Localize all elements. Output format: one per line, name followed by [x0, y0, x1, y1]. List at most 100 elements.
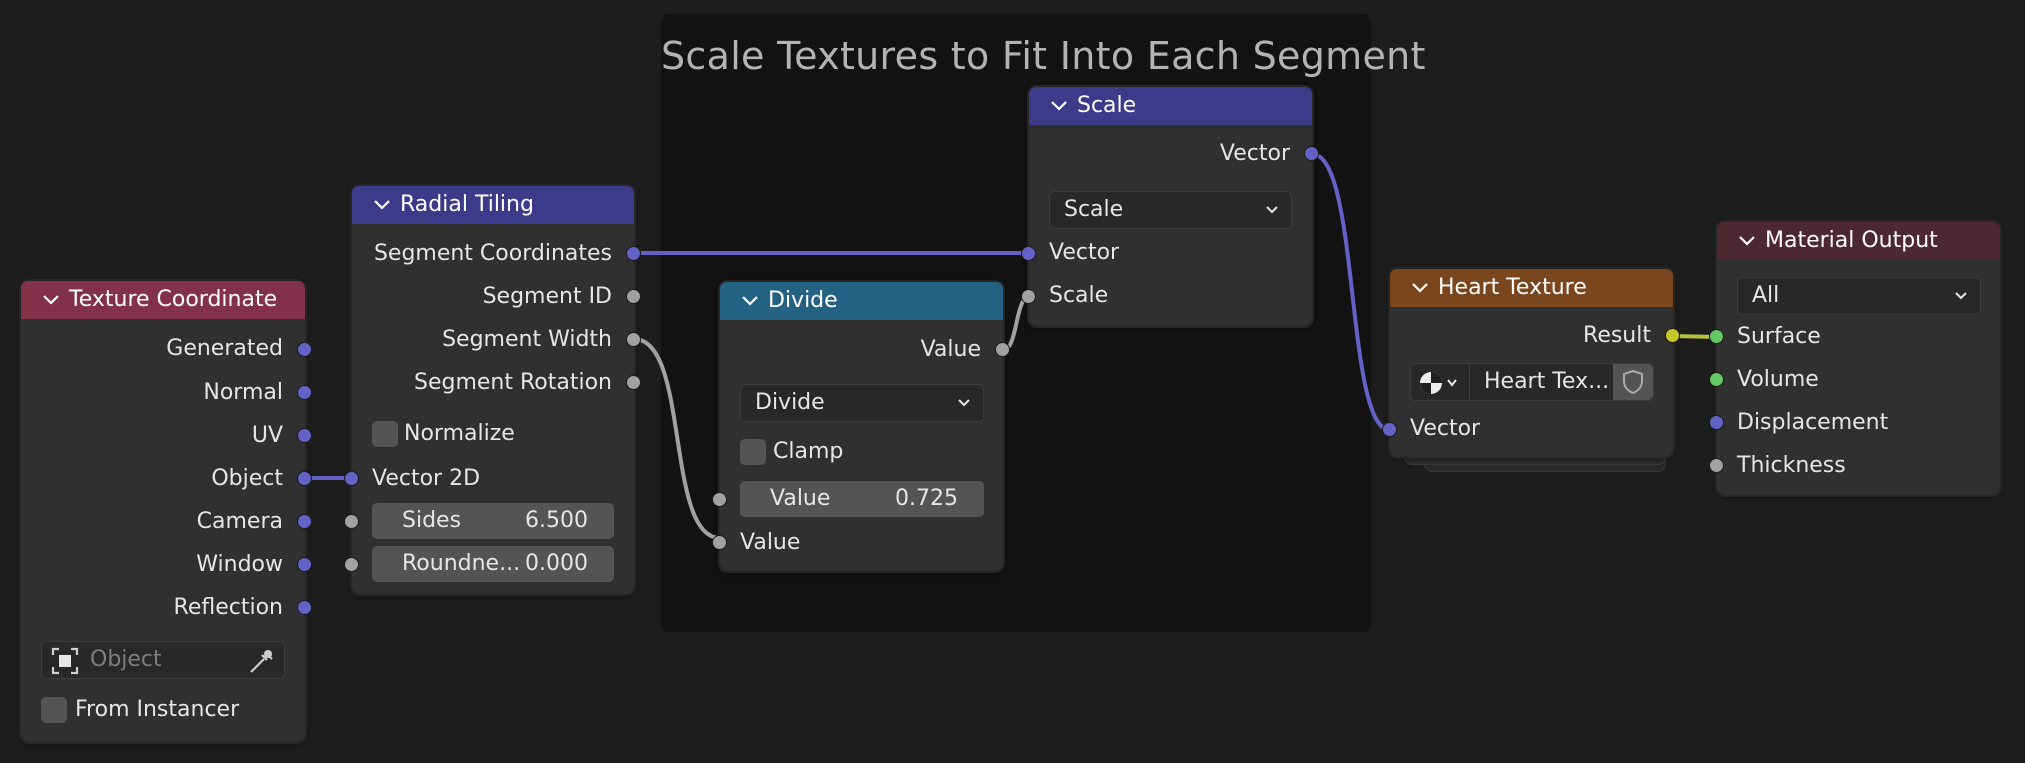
datablock-name: Heart Tex...	[1484, 369, 1610, 394]
operation-value: Divide	[755, 390, 825, 415]
node-title: Scale	[1077, 93, 1137, 118]
node-title: Divide	[768, 288, 838, 313]
socket-thickness[interactable]	[1709, 458, 1724, 473]
divide-node[interactable]: Divide Value Divide Clamp Value 0.725 Va…	[712, 280, 1010, 573]
chevron-down-icon[interactable]	[1737, 232, 1757, 250]
scale-mode-dropdown[interactable]: Scale	[1049, 191, 1292, 229]
socket-surface[interactable]	[1709, 329, 1724, 344]
chevron-down-icon[interactable]	[372, 196, 392, 214]
chevron-down-icon	[1266, 206, 1278, 214]
input-vector: Vector	[1049, 240, 1120, 265]
from-instancer-checkbox[interactable]	[41, 697, 67, 723]
node-title: Material Output	[1765, 228, 1938, 253]
input-scale: Scale	[1049, 283, 1109, 308]
chevron-down-icon[interactable]	[740, 292, 760, 310]
eyedropper-icon[interactable]	[246, 646, 276, 676]
clamp-checkbox[interactable]	[740, 439, 766, 465]
input-vector-2d: Vector 2D	[372, 466, 481, 491]
chevron-down-icon	[958, 399, 970, 407]
input-thickness: Thickness	[1737, 453, 1846, 478]
normalize-checkbox[interactable]	[372, 421, 398, 447]
object-field-placeholder: Object	[90, 647, 162, 672]
shield-icon	[1623, 369, 1643, 395]
socket-segment-id[interactable]	[626, 289, 641, 304]
node-group-selector[interactable]: Heart Tex...	[1410, 363, 1654, 401]
socket-camera[interactable]	[297, 514, 312, 529]
object-icon	[51, 647, 79, 675]
socket-roundness[interactable]	[344, 557, 359, 572]
socket-value-a[interactable]	[712, 492, 727, 507]
socket-result[interactable]	[1665, 328, 1680, 343]
from-instancer-label: From Instancer	[75, 697, 240, 722]
radial-tiling-node[interactable]: Radial Tiling Segment Coordinates Segmen…	[344, 184, 641, 596]
fake-user-button[interactable]	[1613, 364, 1653, 400]
output-normal: Normal	[203, 380, 283, 405]
socket-segment-rotation[interactable]	[626, 375, 641, 390]
target-value: All	[1752, 283, 1780, 308]
output-uv: UV	[251, 423, 283, 448]
radial-tiling-header[interactable]: Radial Tiling	[352, 186, 634, 224]
heart-texture-node[interactable]: Heart Texture Result Heart Tex... Vector	[1382, 267, 1680, 459]
roundness-field[interactable]: Roundne... 0.000	[372, 546, 614, 582]
output-reflection: Reflection	[173, 595, 283, 620]
value-field-label: Value	[770, 486, 831, 511]
output-segment-coordinates: Segment Coordinates	[373, 241, 612, 266]
socket-volume[interactable]	[1709, 372, 1724, 387]
output-object: Object	[211, 466, 283, 491]
socket-output-vector[interactable]	[1304, 146, 1319, 161]
socket-input-scale[interactable]	[1021, 289, 1036, 304]
output-window: Window	[196, 552, 283, 577]
output-generated: Generated	[166, 336, 283, 361]
texture-coordinate-node[interactable]: Texture Coordinate Generated Normal UV O…	[19, 279, 312, 744]
socket-input-vector[interactable]	[1382, 422, 1397, 437]
output-segment-id: Segment ID	[482, 284, 612, 309]
node-title: Texture Coordinate	[69, 287, 278, 312]
sides-value: 6.500	[525, 508, 588, 533]
socket-reflection[interactable]	[297, 600, 312, 615]
input-vector: Vector	[1410, 416, 1481, 441]
operation-dropdown[interactable]: Divide	[740, 384, 984, 422]
material-output-node[interactable]: Material Output All Surface Volume Displ…	[1709, 220, 2002, 497]
material-output-header[interactable]: Material Output	[1717, 222, 2000, 260]
socket-uv[interactable]	[297, 428, 312, 443]
output-value: Value	[920, 337, 981, 362]
socket-value-b[interactable]	[712, 535, 727, 550]
sides-field[interactable]: Sides 6.500	[372, 503, 614, 539]
sides-label: Sides	[402, 508, 462, 533]
output-result: Result	[1583, 323, 1651, 348]
socket-object[interactable]	[297, 471, 312, 486]
socket-normal[interactable]	[297, 385, 312, 400]
socket-segment-width[interactable]	[626, 332, 641, 347]
input-surface: Surface	[1737, 324, 1821, 349]
socket-generated[interactable]	[297, 342, 312, 357]
socket-vector-2d[interactable]	[344, 471, 359, 486]
target-dropdown[interactable]: All	[1737, 277, 1981, 315]
chevron-down-icon[interactable]	[1049, 97, 1069, 115]
normalize-label: Normalize	[404, 421, 515, 446]
socket-sides[interactable]	[344, 514, 359, 529]
divide-header[interactable]: Divide	[720, 282, 1003, 320]
roundness-value: 0.000	[525, 551, 588, 576]
clamp-label: Clamp	[773, 439, 844, 464]
heart-texture-header[interactable]: Heart Texture	[1390, 269, 1673, 307]
socket-window[interactable]	[297, 557, 312, 572]
scale-node[interactable]: Scale Vector Scale Vector Scale	[1021, 85, 1319, 328]
node-title: Radial Tiling	[400, 192, 534, 217]
output-vector: Vector	[1219, 141, 1290, 166]
value-field[interactable]: Value 0.725	[740, 481, 984, 517]
datablock-name-field[interactable]: Heart Tex...	[1469, 364, 1613, 400]
node-title: Heart Texture	[1438, 275, 1587, 300]
input-displacement: Displacement	[1737, 410, 1889, 435]
texture-coordinate-header[interactable]: Texture Coordinate	[21, 281, 305, 319]
socket-output-value[interactable]	[995, 342, 1010, 357]
scale-mode-value: Scale	[1064, 197, 1124, 222]
output-segment-rotation: Segment Rotation	[414, 370, 612, 395]
node-tree-icon[interactable]	[1417, 368, 1461, 398]
chevron-down-icon[interactable]	[1410, 279, 1430, 297]
socket-displacement[interactable]	[1709, 415, 1724, 430]
object-field[interactable]: Object	[41, 641, 285, 679]
scale-header[interactable]: Scale	[1029, 87, 1312, 125]
socket-segment-coordinates[interactable]	[626, 246, 641, 261]
chevron-down-icon[interactable]	[41, 291, 61, 309]
socket-input-vector[interactable]	[1021, 246, 1036, 261]
